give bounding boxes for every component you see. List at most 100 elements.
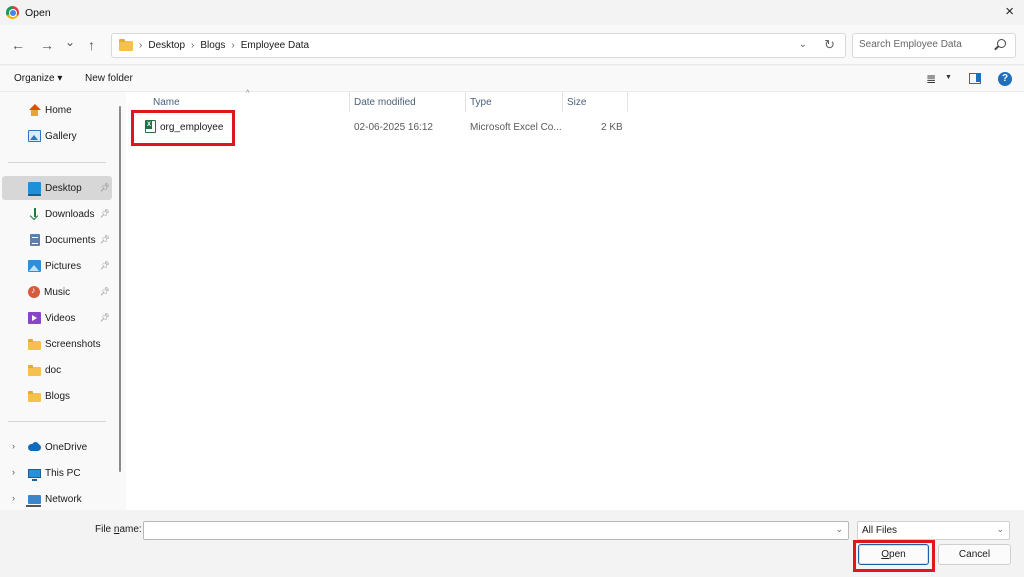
command-bar: Organize ▾ New folder ≣ ▼ ? xyxy=(0,66,1024,92)
gallery-icon xyxy=(28,130,41,142)
column-header-date-modified[interactable]: Date modified xyxy=(354,92,416,114)
sidebar-item-blogs[interactable]: Blogs xyxy=(2,384,112,408)
help-icon[interactable]: ? xyxy=(998,72,1012,86)
pin-icon: 📌︎ xyxy=(99,287,110,296)
file-name-field[interactable] xyxy=(148,522,828,538)
breadcrumb-employee-data[interactable]: Employee Data xyxy=(241,40,309,51)
desktop-icon xyxy=(28,182,41,196)
window-title: Open xyxy=(25,6,51,19)
sidebar-item-home[interactable]: Home xyxy=(2,98,112,122)
sidebar-item-gallery[interactable]: Gallery xyxy=(2,124,112,148)
refresh-icon[interactable]: ↻ xyxy=(824,37,835,53)
download-icon xyxy=(28,208,41,220)
sidebar-item-pictures[interactable]: Pictures 📌︎ xyxy=(2,254,112,278)
folder-icon xyxy=(119,38,133,51)
preview-pane-icon[interactable] xyxy=(969,73,981,84)
sidebar-item-label: Home xyxy=(45,104,72,116)
breadcrumb-blogs[interactable]: Blogs xyxy=(200,40,225,51)
sidebar-item-doc[interactable]: doc xyxy=(2,358,112,382)
file-type: Microsoft Excel Co... xyxy=(470,122,562,133)
sort-ascending-icon: ^ xyxy=(246,90,250,97)
pin-icon: 📌︎ xyxy=(99,209,110,218)
organize-button[interactable]: Organize ▾ xyxy=(14,73,62,84)
address-bar[interactable]: › Desktop › Blogs › Employee Data ⌄ ↻ xyxy=(111,33,846,58)
column-divider[interactable] xyxy=(349,92,350,112)
documents-icon xyxy=(30,234,40,246)
sidebar-item-label: Pictures xyxy=(45,260,82,272)
network-icon xyxy=(26,494,41,507)
file-size: 2 KB xyxy=(601,122,623,133)
sidebar-item-label: Music xyxy=(44,286,71,298)
new-folder-button[interactable]: New folder xyxy=(85,73,133,84)
videos-icon xyxy=(28,312,41,324)
column-header-type[interactable]: Type xyxy=(470,92,492,114)
navigation-pane: Home Gallery Desktop 📌︎ Downloads 📌︎ Doc… xyxy=(0,92,126,510)
recent-locations-chevron-icon[interactable]: ⌄ xyxy=(65,34,75,50)
address-dropdown-icon[interactable]: ⌄ xyxy=(799,39,807,50)
chevron-right-icon[interactable]: › xyxy=(12,441,15,451)
pin-icon: 📌︎ xyxy=(99,261,110,270)
sidebar-item-label: Screenshots xyxy=(45,338,101,350)
sidebar-item-label: Blogs xyxy=(45,390,71,402)
column-divider[interactable] xyxy=(465,92,466,112)
column-divider[interactable] xyxy=(562,92,563,112)
sidebar-item-network[interactable]: › Network xyxy=(2,487,112,511)
onedrive-cloud-icon xyxy=(28,441,41,453)
sidebar-item-label: Network xyxy=(45,493,82,505)
sidebar-item-documents[interactable]: Documents 📌︎ xyxy=(2,228,112,252)
divider xyxy=(8,162,106,163)
computer-icon xyxy=(28,468,41,481)
chevron-right-icon: › xyxy=(139,40,143,51)
view-options-icon[interactable]: ≣ xyxy=(926,72,936,86)
forward-arrow-icon[interactable]: → xyxy=(40,37,54,53)
view-dropdown-icon[interactable]: ▼ xyxy=(945,74,952,81)
sidebar-item-label: Videos xyxy=(45,312,76,324)
chevron-down-icon: ⌄ xyxy=(996,524,1004,534)
file-name-label: File name: xyxy=(95,524,142,535)
sidebar-item-downloads[interactable]: Downloads 📌︎ xyxy=(2,202,112,226)
sidebar-item-label: This PC xyxy=(45,467,81,479)
search-input[interactable] xyxy=(859,39,989,50)
sidebar-item-label: Downloads xyxy=(45,208,95,220)
file-highlight-box xyxy=(131,110,235,146)
file-name-combobox[interactable]: ⌄ xyxy=(143,521,849,540)
sidebar-item-screenshots[interactable]: Screenshots xyxy=(2,332,112,356)
file-list: ^ Name Date modified Type Size org_emplo… xyxy=(126,90,1024,510)
folder-icon xyxy=(28,390,41,402)
sidebar-item-label: Desktop xyxy=(45,182,82,194)
music-icon xyxy=(28,285,40,298)
column-divider[interactable] xyxy=(627,92,628,112)
pin-icon: 📌︎ xyxy=(99,235,110,244)
sidebar-item-onedrive[interactable]: › OneDrive xyxy=(2,435,112,459)
pictures-icon xyxy=(28,260,41,272)
pin-icon: 📌︎ xyxy=(99,313,110,322)
cancel-button[interactable]: Cancel xyxy=(938,544,1011,565)
sidebar-item-music[interactable]: Music 📌︎ xyxy=(2,280,112,304)
folder-icon xyxy=(28,364,41,376)
sidebar-item-desktop[interactable]: Desktop 📌︎ xyxy=(2,176,112,200)
sidebar-item-videos[interactable]: Videos 📌︎ xyxy=(2,306,112,330)
open-button-highlight-box xyxy=(853,540,935,572)
close-icon[interactable]: × xyxy=(1005,4,1014,20)
breadcrumb-desktop[interactable]: Desktop xyxy=(148,40,185,51)
back-arrow-icon[interactable]: ← xyxy=(11,37,25,53)
up-arrow-icon[interactable]: ↑ xyxy=(88,37,95,53)
chevron-right-icon[interactable]: › xyxy=(12,467,15,477)
address-row: ← → ⌄ ↑ › Desktop › Blogs › Employee Dat… xyxy=(0,25,1024,65)
chevron-down-icon[interactable]: ⌄ xyxy=(835,524,843,535)
pin-icon: 📌︎ xyxy=(99,183,110,192)
folder-icon xyxy=(28,338,41,350)
search-box[interactable] xyxy=(852,33,1016,58)
chevron-right-icon: › xyxy=(231,40,235,51)
sidebar-item-label: Gallery xyxy=(45,130,77,142)
sidebar-item-label: OneDrive xyxy=(45,441,88,453)
file-type-filter-value: All Files xyxy=(862,525,898,536)
sidebar-item-label: doc xyxy=(45,364,62,376)
column-header-size[interactable]: Size xyxy=(567,92,586,114)
sidebar-item-label: Documents xyxy=(45,234,96,246)
file-type-filter-select[interactable]: All Files ⌄ xyxy=(857,521,1010,540)
sidebar-scrollbar[interactable] xyxy=(119,106,121,472)
divider xyxy=(8,421,106,422)
sidebar-item-this-pc[interactable]: › This PC xyxy=(2,461,112,485)
chevron-right-icon[interactable]: › xyxy=(12,493,15,503)
